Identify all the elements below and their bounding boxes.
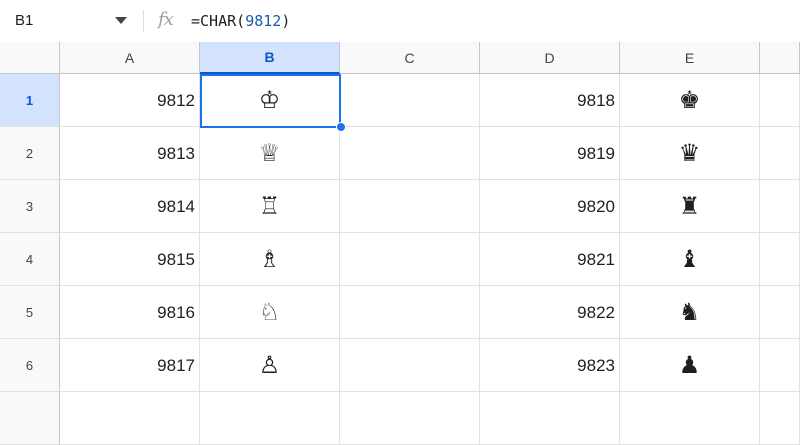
cell-a1[interactable]: 9812: [60, 74, 200, 127]
column-header-d[interactable]: D: [480, 42, 620, 74]
cell-f4[interactable]: [760, 233, 800, 286]
cell-c5[interactable]: [340, 286, 480, 339]
cell-d7[interactable]: [480, 392, 620, 445]
row-header-1[interactable]: 1: [0, 74, 60, 127]
cell-f6[interactable]: [760, 339, 800, 392]
cell-b1[interactable]: ♔: [200, 74, 340, 127]
column-header-a[interactable]: A: [60, 42, 200, 74]
cell-b2[interactable]: ♕: [200, 127, 340, 180]
fx-icon: fx: [158, 9, 174, 30]
cell-f7[interactable]: [760, 392, 800, 445]
cell-e7[interactable]: [620, 392, 760, 445]
cell-a5[interactable]: 9816: [60, 286, 200, 339]
cell-c1[interactable]: [340, 74, 480, 127]
cell-a2[interactable]: 9813: [60, 127, 200, 180]
name-box-value: B1: [15, 12, 34, 29]
column-header-b[interactable]: B: [200, 42, 340, 74]
cell-b4[interactable]: ♗: [200, 233, 340, 286]
cell-f5[interactable]: [760, 286, 800, 339]
fill-handle[interactable]: [336, 122, 346, 132]
select-all-corner[interactable]: [0, 42, 60, 74]
row-header-2[interactable]: 2: [0, 127, 60, 180]
cell-e2[interactable]: ♛: [620, 127, 760, 180]
cell-e1[interactable]: ♚: [620, 74, 760, 127]
chevron-down-icon[interactable]: [115, 17, 127, 24]
cell-d1[interactable]: 9818: [480, 74, 620, 127]
cell-d6[interactable]: 9823: [480, 339, 620, 392]
column-header-c[interactable]: C: [340, 42, 480, 74]
cell-c6[interactable]: [340, 339, 480, 392]
formula-bar: B1 fx =CHAR(9812): [0, 0, 800, 43]
formula-argument: 9812: [245, 12, 282, 30]
row-header-5[interactable]: 5: [0, 286, 60, 339]
cell-c7[interactable]: [340, 392, 480, 445]
cell-b5[interactable]: ♘: [200, 286, 340, 339]
cell-a4[interactable]: 9815: [60, 233, 200, 286]
formula-prefix: =CHAR(: [191, 12, 246, 30]
cell-d4[interactable]: 9821: [480, 233, 620, 286]
cell-a3[interactable]: 9814: [60, 180, 200, 233]
cell-d5[interactable]: 9822: [480, 286, 620, 339]
cell-e4[interactable]: ♝: [620, 233, 760, 286]
formula-input[interactable]: =CHAR(9812): [191, 12, 290, 30]
row-header-4[interactable]: 4: [0, 233, 60, 286]
column-header-f[interactable]: [760, 42, 800, 74]
cell-b7[interactable]: [200, 392, 340, 445]
cell-b6[interactable]: ♙: [200, 339, 340, 392]
cell-d2[interactable]: 9819: [480, 127, 620, 180]
cell-a6[interactable]: 9817: [60, 339, 200, 392]
cell-c2[interactable]: [340, 127, 480, 180]
cell-e6[interactable]: ♟: [620, 339, 760, 392]
row-header-3[interactable]: 3: [0, 180, 60, 233]
row-header-7[interactable]: [0, 392, 60, 445]
cell-c3[interactable]: [340, 180, 480, 233]
row-header-6[interactable]: 6: [0, 339, 60, 392]
cell-e5[interactable]: ♞: [620, 286, 760, 339]
cell-d3[interactable]: 9820: [480, 180, 620, 233]
formula-bar-divider: [143, 10, 144, 32]
cell-e3[interactable]: ♜: [620, 180, 760, 233]
column-header-e[interactable]: E: [620, 42, 760, 74]
formula-suffix: ): [281, 12, 291, 30]
cell-f1[interactable]: [760, 74, 800, 127]
cell-a7[interactable]: [60, 392, 200, 445]
cell-f3[interactable]: [760, 180, 800, 233]
cell-c4[interactable]: [340, 233, 480, 286]
name-box[interactable]: B1: [0, 0, 140, 42]
cell-b3[interactable]: ♖: [200, 180, 340, 233]
cell-f2[interactable]: [760, 127, 800, 180]
